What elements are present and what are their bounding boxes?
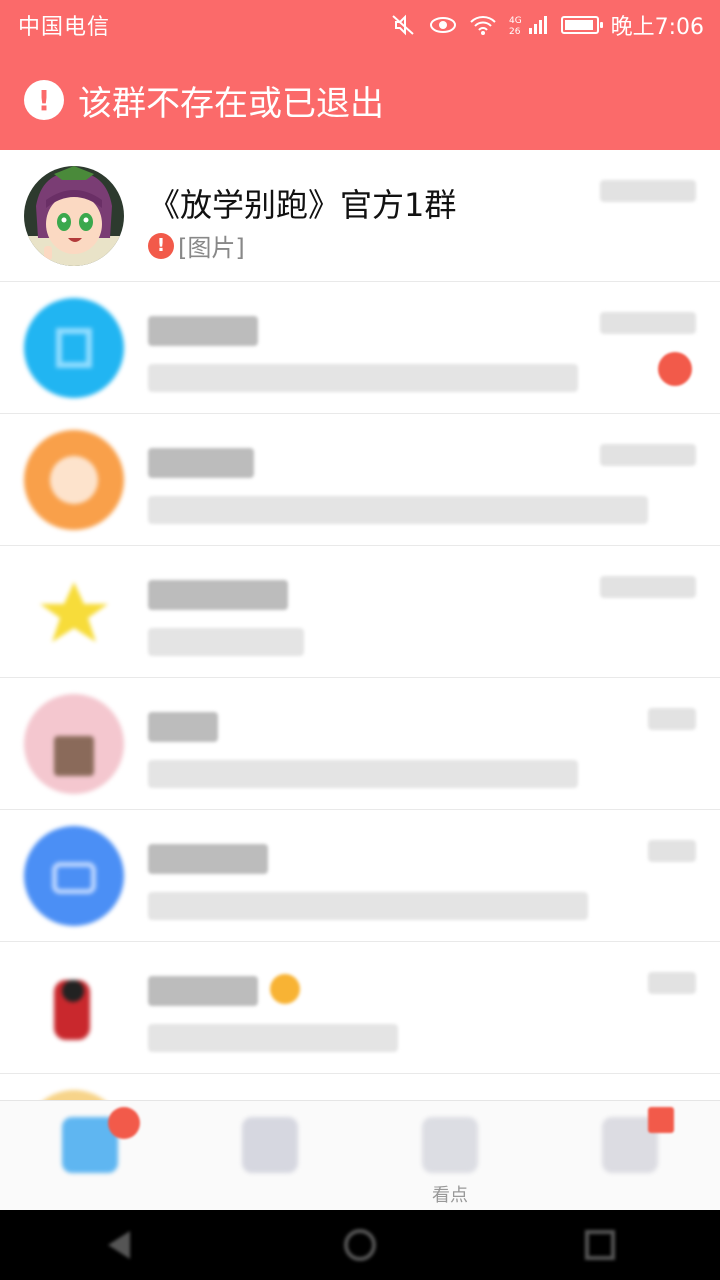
tab-badge [648,1107,674,1133]
vip-icon [270,974,300,1004]
avatar[interactable] [24,694,124,794]
chat-preview: ! [图片] [148,228,245,263]
avatar[interactable] [24,166,124,266]
chat-preview [148,496,648,524]
watch-icon [422,1117,478,1173]
back-icon[interactable] [100,1225,140,1265]
chat-row[interactable] [0,810,720,942]
chat-row[interactable] [0,942,720,1074]
tab-label: 看点 [432,1185,468,1206]
chat-name [148,316,258,346]
carrier-label: 中国电信 [18,15,111,40]
chat-list[interactable]: 《放学别跑》官方1群 ! [图片] [0,150,720,1100]
avatar[interactable] [24,958,124,1058]
tab-bar: 看点 [0,1100,720,1210]
tab-badge [108,1107,140,1139]
navigation-bar [0,1210,720,1280]
avatar[interactable] [24,1090,124,1100]
chat-row[interactable] [0,414,720,546]
chat-name [148,448,254,478]
avatar[interactable] [24,562,124,662]
chat-row[interactable] [0,546,720,678]
chat-time [648,708,696,730]
avatar[interactable] [24,826,124,926]
chat-time [648,840,696,862]
chat-time [648,972,696,994]
status-icons: 4G 26 晚上7:06 [391,9,704,41]
chat-time [600,576,696,598]
home-icon[interactable] [340,1225,380,1265]
chat-time [600,180,696,202]
error-banner[interactable]: ! 该群不存在或已退出 [0,50,720,150]
chat-row[interactable] [0,1074,720,1100]
status-bar: 中国电信 4G 26 晚上7:06 [0,0,720,50]
chat-time [600,444,696,466]
tab-watch[interactable]: 看点 [360,1101,540,1210]
avatar[interactable] [24,430,124,530]
chat-preview [148,628,304,656]
chat-name [148,712,218,742]
chat-preview [148,892,588,920]
chat-time [600,312,696,334]
recents-icon[interactable] [580,1225,620,1265]
unread-badge [658,352,692,386]
signal-icon: 4G 26 [509,14,549,36]
mute-icon [391,14,417,36]
banner-text: 该群不存在或已退出 [78,83,384,124]
svg-text:26: 26 [509,27,521,36]
chat-name [148,844,268,874]
wifi-icon [469,14,497,36]
chat-name: 《放学别跑》官方1群 [148,186,457,224]
svg-text:4G: 4G [509,16,522,26]
chat-name [148,976,258,1006]
chat-preview [148,364,578,392]
chat-name [148,580,288,610]
chat-row[interactable]: 《放学别跑》官方1群 ! [图片] [0,150,720,282]
chat-preview [148,760,578,788]
chat-preview [148,1024,398,1052]
alert-circle-icon: ! [24,80,64,120]
tab-dynamic[interactable] [540,1101,720,1210]
chat-row[interactable] [0,678,720,810]
tab-messages[interactable] [0,1101,180,1210]
clock: 晚上7:06 [610,15,704,40]
avatar[interactable] [24,298,124,398]
eye-icon [429,15,457,35]
tab-contacts[interactable] [180,1101,360,1210]
chat-message: [图片] [178,234,245,262]
contacts-icon [242,1117,298,1173]
send-failed-icon[interactable]: ! [148,232,174,259]
chat-row[interactable] [0,282,720,414]
battery-icon [560,16,603,34]
